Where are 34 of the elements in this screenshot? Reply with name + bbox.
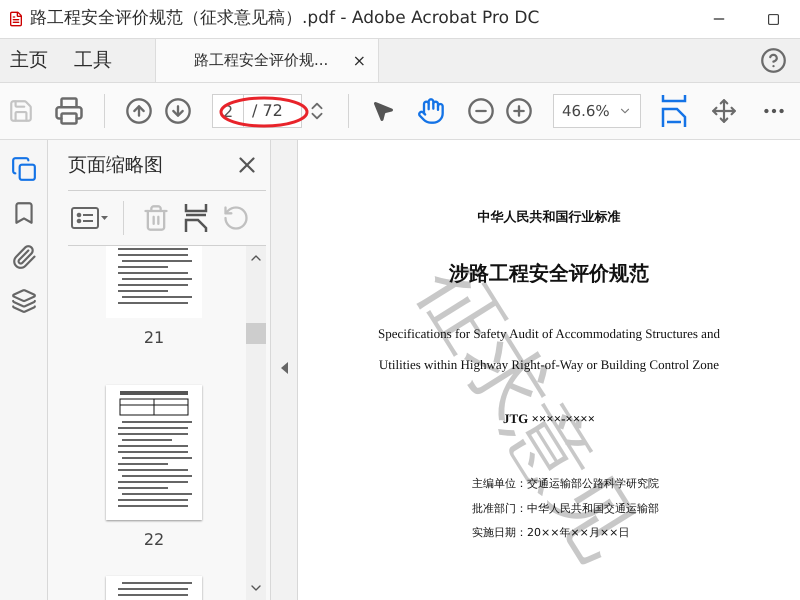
attachments-icon[interactable] <box>10 244 36 270</box>
zoom-in-icon[interactable] <box>505 97 533 125</box>
collapse-triangle-icon[interactable] <box>280 362 288 374</box>
document-tab-label: 路工程安全评价规... <box>194 50 328 72</box>
layers-icon[interactable] <box>10 288 36 314</box>
scrollbar-thumb[interactable] <box>246 322 266 344</box>
window-title: 路工程安全评价规范（征求意见稿）.pdf - Adobe Acrobat Pro DC <box>30 7 540 30</box>
zoom-value: 46.6% <box>562 100 610 122</box>
maximize-icon[interactable] <box>767 12 780 26</box>
panel-title: 页面缩略图 <box>68 152 163 178</box>
nav-tab[interactable]: 工具 <box>74 46 112 75</box>
insert-page-icon[interactable] <box>184 204 208 232</box>
page-number-label: 21 <box>144 327 164 349</box>
pdf-file-icon <box>8 10 24 28</box>
options-menu-icon[interactable] <box>71 207 109 229</box>
previous-page-icon[interactable] <box>125 97 153 125</box>
hand-tool-icon[interactable] <box>417 97 445 125</box>
print-icon[interactable] <box>54 96 84 126</box>
nav-tab[interactable]: 主页 <box>10 46 48 75</box>
scrollbar[interactable] <box>246 246 266 600</box>
tab-close-button[interactable]: × <box>352 48 366 72</box>
document-tab[interactable]: 路工程安全评价规... × <box>155 39 379 82</box>
page-number-label: 22 <box>144 529 164 551</box>
zoom-out-icon[interactable] <box>467 97 495 125</box>
select-pointer-icon[interactable] <box>371 99 395 123</box>
next-page-icon[interactable] <box>164 97 192 125</box>
zoom-dropdown[interactable]: 46.6% <box>553 94 641 128</box>
pages-icon[interactable] <box>10 156 36 182</box>
fit-width-icon[interactable] <box>661 95 687 127</box>
standard-category: 中华人民共和国行业标准 <box>478 209 620 227</box>
help-icon[interactable] <box>760 47 787 74</box>
page-thumbnail-drawing[interactable] <box>106 385 202 520</box>
page-thumbnail-drawing[interactable] <box>106 246 202 318</box>
fit-page-icon[interactable] <box>711 97 737 125</box>
